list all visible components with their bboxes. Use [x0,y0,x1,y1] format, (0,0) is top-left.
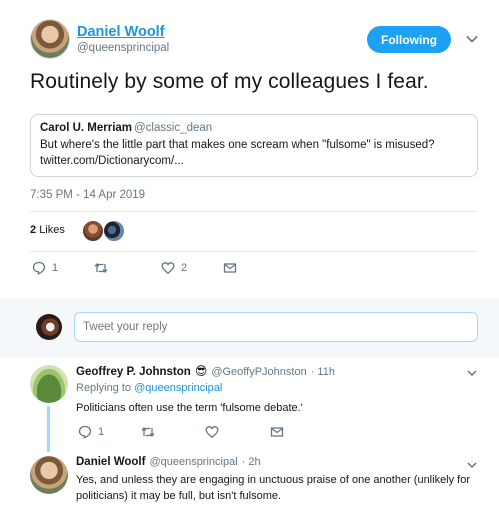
likes-summary[interactable]: 2 Likes [30,224,65,236]
direct-message-action[interactable] [270,425,284,439]
retweet-action[interactable] [141,425,155,439]
reply-icon [32,261,46,275]
reply-input[interactable] [74,312,478,342]
sunglasses-emoji: 😎 [194,364,208,378]
tweet-text: Routinely by some of my colleagues I fea… [30,70,429,93]
reply-icon [78,425,92,439]
reply-text-line-2: politicians) it may be full, but isn't f… [76,490,282,502]
author-name-link[interactable]: Daniel Woolf [77,24,165,40]
reply-author-name[interactable]: Daniel Woolf [76,456,145,468]
thread-connector [47,406,50,452]
following-button[interactable]: Following [367,26,451,53]
reply-time[interactable]: · 11h [311,366,335,378]
replying-prefix: Replying to [76,382,132,394]
author-handle: @queensprincipal [77,42,170,54]
reply-header: Geoffrey P. Johnston 😎 @GeoffyPJohnston … [76,364,335,378]
heart-icon [161,262,175,275]
reply-author-name[interactable]: Geoffrey P. Johnston [76,366,191,378]
caret-down-icon[interactable] [466,459,478,471]
like-action[interactable]: 2 [161,261,187,275]
liker-avatar[interactable] [82,220,104,242]
reply-author-handle: @queensprincipal [149,456,238,468]
liker-avatar[interactable] [103,220,125,242]
replying-to-link[interactable]: @queensprincipal [134,382,222,394]
reply-author-avatar[interactable] [30,456,68,494]
reply-action[interactable]: 1 [78,425,104,439]
author-avatar[interactable] [30,19,70,59]
caret-down-icon[interactable] [465,32,479,46]
quoted-tweet-link[interactable]: twitter.com/Dictionarycom/... [40,155,184,167]
retweet-icon [94,262,108,274]
current-user-avatar[interactable] [36,314,62,340]
reply-text: Politicians often use the term 'fulsome … [76,402,303,414]
reply-action[interactable]: 1 [32,261,58,275]
reply-author-handle: @GeoffyPJohnston [211,366,307,378]
quoted-author-name: Carol U. Merriam [40,122,133,134]
divider [30,251,478,252]
quoted-tweet-text: But where's the little part that makes o… [40,139,435,151]
reply-header: Daniel Woolf @queensprincipal · 2h [76,456,261,468]
retweet-icon [141,426,155,438]
like-count: 2 [181,262,188,274]
replying-to: Replying to @queensprincipal [76,382,222,394]
reply-time[interactable]: · 2h [242,456,261,468]
tweet-timestamp[interactable]: 7:35 PM - 14 Apr 2019 [30,189,145,201]
direct-message-action[interactable] [223,261,237,275]
quoted-author-handle: @classic_dean [134,122,213,134]
divider [30,211,478,212]
heart-icon [205,426,219,439]
reply-author-avatar[interactable] [30,365,68,403]
retweet-action[interactable] [94,261,114,275]
reply-text-line-1: Yes, and unless they are engaging in unc… [76,474,471,486]
like-action[interactable] [205,425,219,439]
likes-label: Likes [39,224,65,236]
reply-count: 1 [52,262,59,274]
message-icon [223,263,237,273]
caret-down-icon[interactable] [466,367,478,379]
reply-count: 1 [98,426,105,438]
likes-number: 2 [30,224,37,236]
message-icon [270,427,284,437]
